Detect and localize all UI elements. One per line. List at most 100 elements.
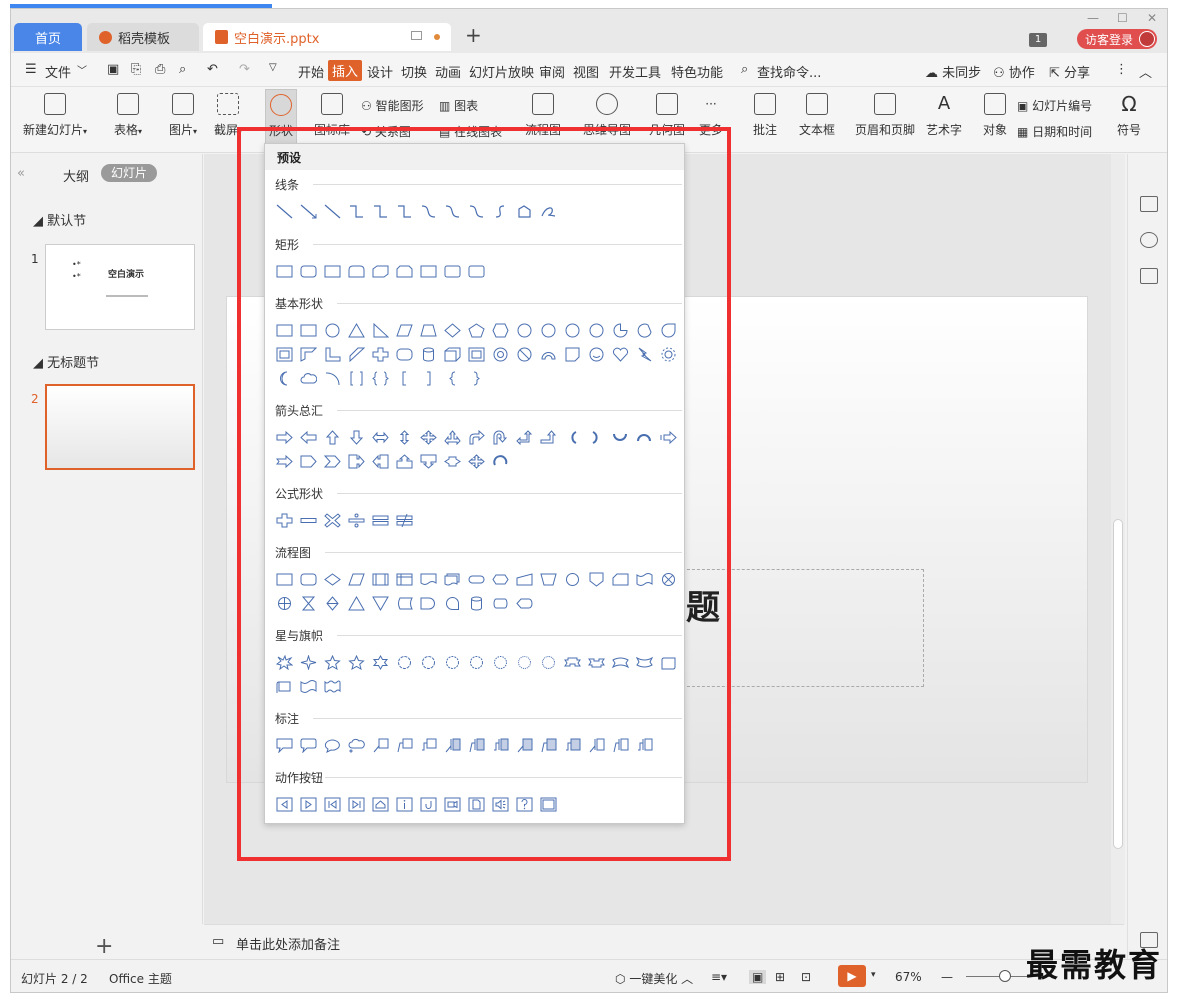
slide-number-button[interactable]: ▣ 幻灯片编号 xyxy=(1017,97,1092,114)
print-icon[interactable]: ⎙ xyxy=(155,62,165,77)
menu-insert[interactable]: 插入 xyxy=(328,60,363,81)
wordart-button[interactable]: A 艺术字 xyxy=(926,93,962,138)
visitor-login-button[interactable]: 访客登录 xyxy=(1077,29,1157,49)
thumb-bullets: •* •* xyxy=(72,260,81,281)
present-icon[interactable] xyxy=(411,31,422,40)
close-icon[interactable]: ✕ xyxy=(1147,11,1157,25)
tab-templates[interactable]: 稻壳模板 xyxy=(87,23,199,51)
textbox-button[interactable]: 文本框 xyxy=(799,93,835,138)
tab-bar: 首页 稻壳模板 空白演示.pptx + — ☐ ✕ 1 访客登录 xyxy=(11,9,1167,53)
properties-icon[interactable] xyxy=(1140,196,1158,212)
menu-slideshow[interactable]: 幻灯片放映 xyxy=(469,62,534,81)
thumb-title: 空白演示 xyxy=(108,270,145,280)
menu-devtools[interactable]: 开发工具 xyxy=(609,62,661,81)
customize-icon[interactable]: ▽ xyxy=(269,62,277,73)
play-slideshow-button[interactable]: ▶ xyxy=(838,965,866,987)
header-footer-button[interactable]: 页眉和页脚 xyxy=(855,93,915,138)
section-default-label: 默认节 xyxy=(47,214,87,229)
tab-outline[interactable]: 大纲 xyxy=(63,166,89,185)
table-button[interactable]: 表格▾ xyxy=(114,93,142,138)
menu-animation[interactable]: 动画 xyxy=(435,62,461,81)
menu-special[interactable]: 特色功能 xyxy=(671,62,723,81)
redo-icon[interactable]: ↷ xyxy=(239,62,250,77)
comment-icon xyxy=(754,93,776,115)
menu-file[interactable]: 文件 xyxy=(45,62,71,81)
save-icon[interactable]: ▣ xyxy=(107,62,119,77)
normal-view-icon[interactable]: ▣ xyxy=(749,970,767,984)
user-icon: ⚇ xyxy=(993,66,1005,81)
omega-icon: Ω xyxy=(1121,92,1137,116)
zoom-out-icon[interactable]: — xyxy=(941,970,953,984)
command-search[interactable]: 查找命令... xyxy=(757,62,821,81)
reading-view-icon[interactable]: ⊡ xyxy=(801,970,811,984)
minimize-icon[interactable]: — xyxy=(1087,11,1099,25)
menu-review[interactable]: 审阅 xyxy=(539,62,565,81)
slide-number-icon: ▣ xyxy=(1017,99,1029,113)
tab-home[interactable]: 首页 xyxy=(14,23,82,51)
print-preview-icon[interactable]: ⌕ xyxy=(179,62,186,77)
smart-shape-label: 智能图形 xyxy=(375,99,424,113)
picture-label: 图片 xyxy=(169,123,194,137)
smart-shape-button[interactable]: ⚇ 智能图形 xyxy=(361,97,424,114)
textbox-icon xyxy=(806,93,828,115)
zoom-level[interactable]: 67% xyxy=(895,970,922,984)
maximize-icon[interactable]: ☐ xyxy=(1117,11,1128,25)
scrollbar-thumb[interactable] xyxy=(1113,519,1123,849)
more-icon: ··· xyxy=(705,97,717,111)
collapse-ribbon-icon[interactable]: ︿ xyxy=(1139,62,1152,81)
chart-label: 图表 xyxy=(454,99,479,113)
ppt-file-icon xyxy=(215,30,228,44)
animation-icon[interactable] xyxy=(1140,232,1158,248)
tab-slides[interactable]: 幻灯片 xyxy=(101,164,157,182)
chevron-down-icon[interactable]: ﹀ xyxy=(77,62,87,77)
smart-shape-icon: ⚇ xyxy=(361,99,372,113)
zoom-slider-knob[interactable] xyxy=(999,970,1011,982)
watermark: 最需教育 xyxy=(1026,946,1163,984)
slide2-thumbnail[interactable] xyxy=(45,384,195,470)
menu-start[interactable]: 开始 xyxy=(298,62,324,81)
menu-transition[interactable]: 切换 xyxy=(401,62,427,81)
datetime-button[interactable]: ▦ 日期和时间 xyxy=(1017,123,1092,140)
header-footer-icon xyxy=(874,93,896,115)
symbol-label: 符号 xyxy=(1117,123,1142,137)
window-count-badge[interactable]: 1 xyxy=(1029,33,1047,47)
section-untitled[interactable]: ◢ 无标题节 xyxy=(33,352,99,371)
undo-icon[interactable]: ↶ xyxy=(207,62,218,77)
new-slide-button[interactable]: 新建幻灯片▾ xyxy=(23,93,87,138)
right-task-panel xyxy=(1127,154,1167,992)
theme-name[interactable]: Office 主题 xyxy=(109,970,172,987)
vertical-scrollbar[interactable] xyxy=(1111,154,1125,924)
notes-area[interactable]: ▭ 单击此处添加备注 xyxy=(204,924,1124,958)
wordart-icon: A xyxy=(937,93,951,114)
picture-button[interactable]: 图片▾ xyxy=(169,93,197,138)
tab-document[interactable]: 空白演示.pptx xyxy=(203,23,451,51)
menu-design[interactable]: 设计 xyxy=(367,62,393,81)
chart-button[interactable]: ▥ 图表 xyxy=(439,97,478,114)
beautify-button[interactable]: ⬡ 一键美化 ︿ xyxy=(615,970,693,987)
add-slide-button[interactable]: + xyxy=(95,934,113,959)
datetime-label: 日期和时间 xyxy=(1032,125,1093,139)
share-button[interactable]: ⇱ 分享 xyxy=(1049,62,1090,81)
notes-toggle-icon[interactable]: ≡▾ xyxy=(711,970,727,984)
more-menu-icon[interactable]: ⋮ xyxy=(1115,62,1128,77)
object-button[interactable]: 对象 xyxy=(983,93,1007,138)
hamburger-icon[interactable]: ☰ xyxy=(25,62,37,77)
symbol-button[interactable]: Ω 符号 xyxy=(1117,93,1141,138)
collapse-panel-icon[interactable]: « xyxy=(17,166,25,181)
format-painter-icon[interactable]: ⎘ xyxy=(131,62,141,77)
chart-icon: ▥ xyxy=(439,99,451,113)
new-tab-button[interactable]: + xyxy=(465,23,482,47)
comment-button[interactable]: 批注 xyxy=(753,93,777,138)
slide1-thumbnail[interactable]: 空白演示 •* •* xyxy=(45,244,195,330)
sync-status[interactable]: ☁ 未同步 xyxy=(925,62,981,81)
collaborate-button[interactable]: ⚇ 协作 xyxy=(993,62,1035,81)
section-default[interactable]: ◢ 默认节 xyxy=(33,210,86,229)
screenshot-icon xyxy=(217,93,240,115)
play-options-icon[interactable]: ▾ xyxy=(871,970,876,980)
menu-view[interactable]: 视图 xyxy=(573,62,599,81)
section-untitled-label: 无标题节 xyxy=(47,356,100,371)
transition-icon[interactable] xyxy=(1140,268,1158,284)
notes-placeholder: 单击此处添加备注 xyxy=(236,938,341,953)
unsaved-dot xyxy=(434,34,440,40)
sorter-view-icon[interactable]: ⊞ xyxy=(775,970,785,984)
